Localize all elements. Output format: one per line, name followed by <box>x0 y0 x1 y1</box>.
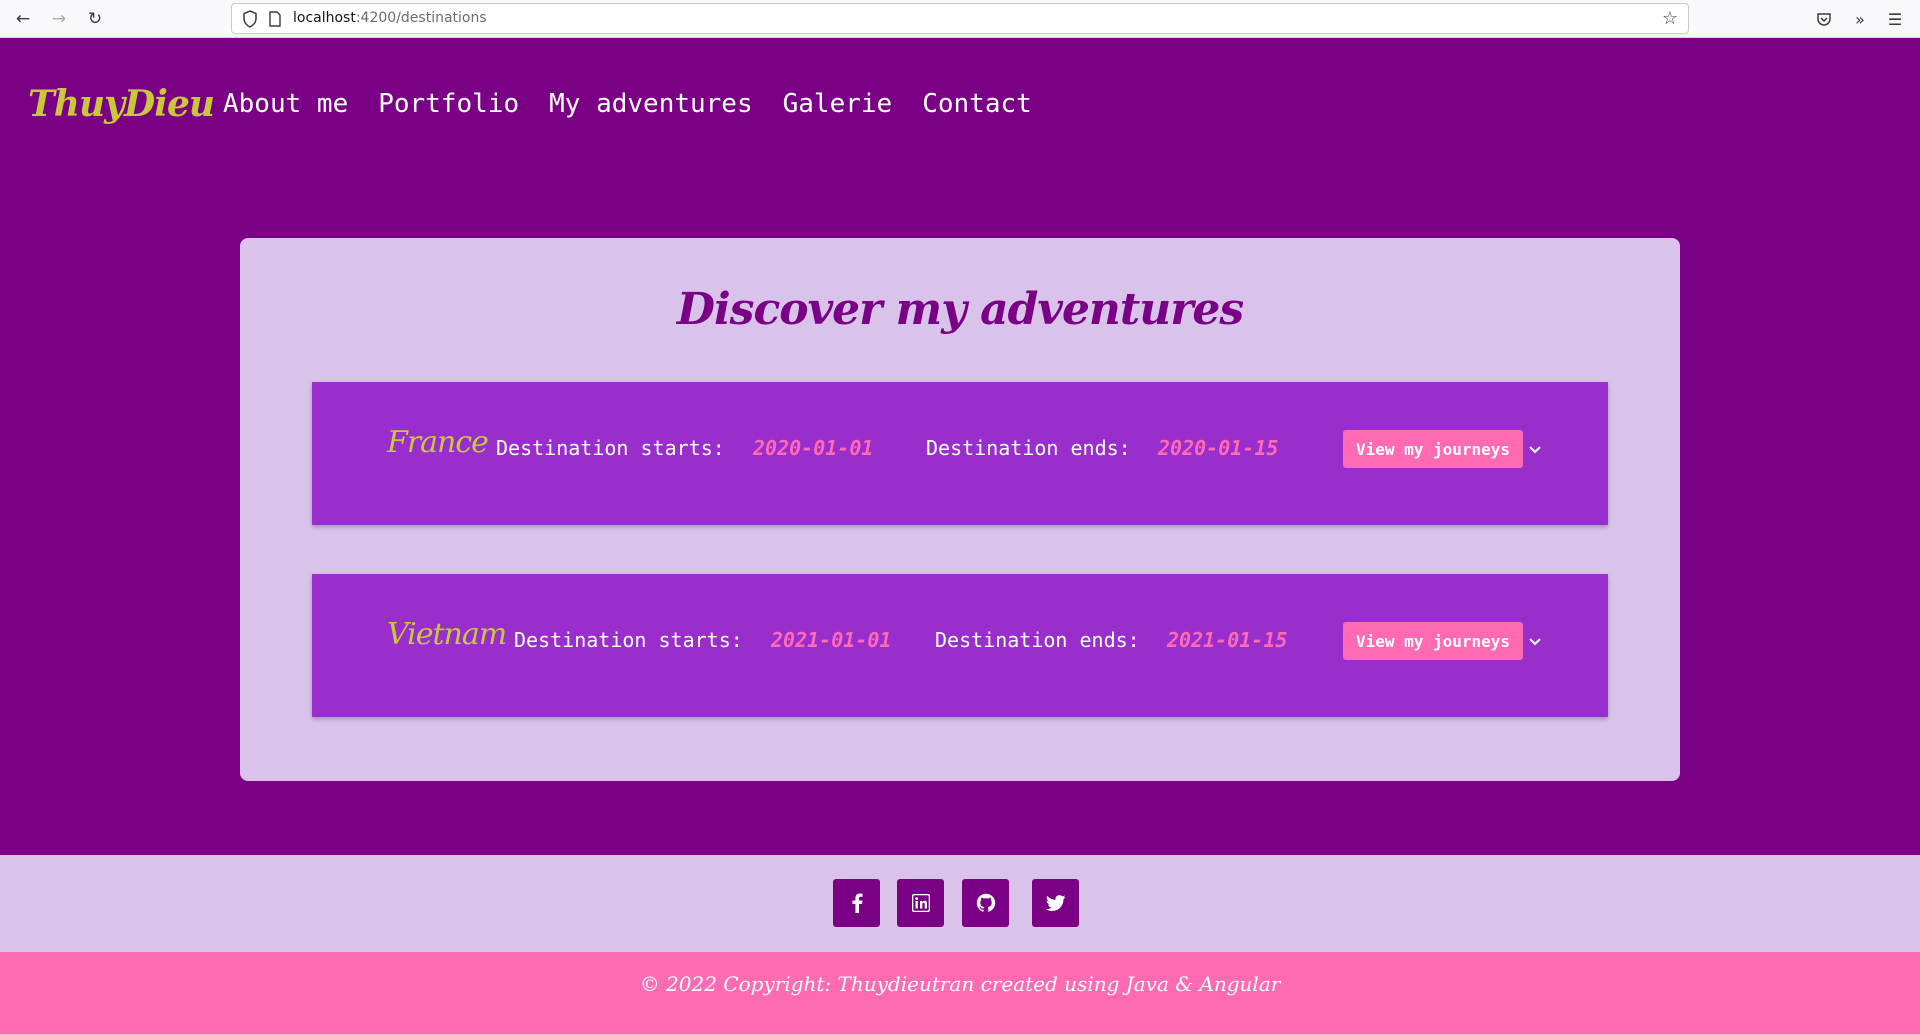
view-journeys-button[interactable]: View my journeys <box>1343 430 1523 468</box>
back-icon[interactable]: ← <box>11 7 35 31</box>
pocket-icon[interactable] <box>1812 7 1836 31</box>
address-bar[interactable]: localhost:4200/destinations ☆ <box>231 3 1689 34</box>
main-nav: About me Portfolio My adventures Galerie… <box>223 89 1062 119</box>
nav-my-adventures[interactable]: My adventures <box>549 89 753 119</box>
end-date: 2021-01-15 <box>1167 628 1288 652</box>
start-label: Destination starts: <box>514 628 743 652</box>
view-journeys-button[interactable]: View my journeys <box>1343 622 1523 660</box>
menu-icon[interactable]: ☰ <box>1883 7 1907 31</box>
page-icon <box>269 11 281 27</box>
end-label: Destination ends: <box>935 628 1140 652</box>
destination-name: France <box>387 425 489 460</box>
start-date: 2021-01-01 <box>771 628 892 652</box>
twitter-button[interactable] <box>1032 879 1079 927</box>
page-title: Discover my adventures <box>676 284 1244 335</box>
nav-galerie[interactable]: Galerie <box>783 89 893 119</box>
end-date: 2020-01-15 <box>1158 436 1279 460</box>
linkedin-icon <box>911 894 930 912</box>
shield-icon <box>243 10 257 28</box>
extensions-overflow-icon[interactable]: » <box>1848 7 1872 31</box>
start-label: Destination starts: <box>496 436 725 460</box>
chevron-down-icon[interactable] <box>1527 442 1543 458</box>
facebook-button[interactable] <box>833 879 880 927</box>
destination-name: Vietnam <box>387 617 507 652</box>
site-logo[interactable]: ThuyDieu <box>28 83 215 125</box>
copyright-bar: © 2022 Copyright: Thuydieutran created u… <box>0 952 1920 1034</box>
facebook-icon <box>852 893 863 913</box>
nav-contact[interactable]: Contact <box>922 89 1032 119</box>
github-icon <box>976 893 995 912</box>
nav-portfolio[interactable]: Portfolio <box>378 89 519 119</box>
twitter-icon <box>1045 894 1065 911</box>
forward-icon[interactable]: → <box>47 7 71 31</box>
destination-panel-vietnam[interactable]: Vietnam Destination starts: 2021-01-01 D… <box>312 574 1608 717</box>
chevron-down-icon[interactable] <box>1527 634 1543 650</box>
browser-toolbar: ← → ↻ localhost:4200/destinations ☆ » ☰ <box>0 0 1920 38</box>
reload-icon[interactable]: ↻ <box>83 7 107 31</box>
end-label: Destination ends: <box>926 436 1131 460</box>
copyright-text: © 2022 Copyright: Thuydieutran created u… <box>639 972 1281 996</box>
bookmark-star-icon[interactable]: ☆ <box>1662 8 1678 29</box>
social-bar <box>0 855 1920 952</box>
destination-panel-france[interactable]: France Destination starts: 2020-01-01 De… <box>312 382 1608 525</box>
adventures-card: Discover my adventures France Destinatio… <box>240 238 1680 781</box>
linkedin-button[interactable] <box>897 879 944 927</box>
nav-about-me[interactable]: About me <box>223 89 348 119</box>
start-date: 2020-01-01 <box>753 436 874 460</box>
url-text: localhost:4200/destinations <box>293 10 487 26</box>
github-button[interactable] <box>962 879 1009 927</box>
